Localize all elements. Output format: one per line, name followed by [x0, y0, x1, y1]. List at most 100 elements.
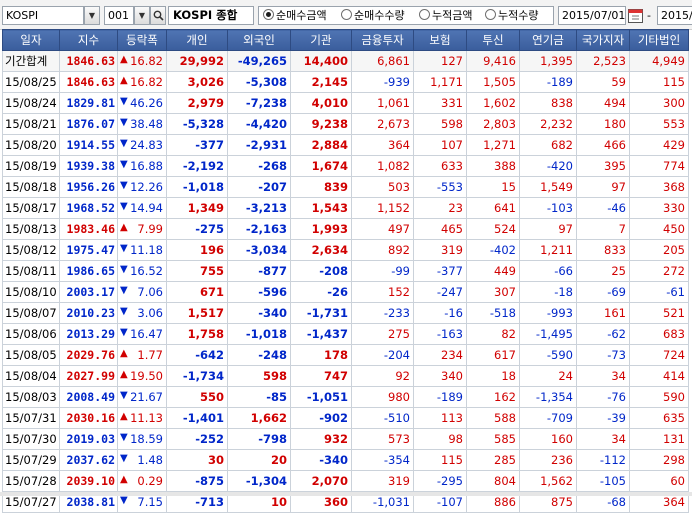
down-triangle-icon: ▼ — [120, 453, 128, 464]
value-cell: 1,152 — [351, 197, 414, 219]
change-value: 0.29 — [137, 474, 163, 488]
column-header[interactable]: 일자 — [2, 29, 60, 51]
value-cell: -596 — [227, 281, 291, 303]
radio-net-amount[interactable]: 순매수금액 — [263, 8, 327, 24]
value-cell: 839 — [290, 176, 352, 198]
column-header[interactable]: 지수 — [59, 29, 118, 51]
table-row[interactable]: 15/07/30 2019.03 ▼ 18.59 -252 -798 932 573 98 585… — [2, 428, 689, 450]
code-dropdown-button[interactable]: ▼ — [134, 6, 150, 25]
value-cell: 590 — [629, 386, 689, 408]
column-header[interactable]: 연기금 — [519, 29, 577, 51]
table-row[interactable]: 15/08/21 1876.07 ▼ 38.48 -5,328 -4,420 9,238 2,… — [2, 113, 689, 135]
down-triangle-icon: ▼ — [120, 117, 128, 128]
radio-net-quantity[interactable]: 순매수수량 — [341, 8, 405, 24]
value-cell: -1,731 — [290, 302, 352, 324]
column-header[interactable]: 기관 — [290, 29, 352, 51]
table-row[interactable]: 15/08/03 2008.49 ▼ 21.67 550 -85 -1,051 980 -189… — [2, 386, 689, 408]
code-select[interactable]: 001 — [104, 6, 134, 25]
calendar-icon[interactable] — [627, 7, 644, 24]
value-cell: 598 — [413, 113, 467, 135]
date-cell: 15/08/17 — [2, 197, 60, 219]
radio-cumulative-quantity[interactable]: 누적수량 — [485, 8, 538, 24]
value-cell: 1,993 — [290, 218, 352, 240]
down-triangle-icon: ▼ — [120, 138, 128, 149]
table-row[interactable]: 15/08/13 1983.46 ▲ 7.99 -275 -2,163 1,993 497 46… — [2, 218, 689, 240]
date-cell: 15/08/06 — [2, 323, 60, 345]
value-cell: 494 — [576, 92, 630, 114]
column-header[interactable]: 투신 — [466, 29, 520, 51]
period-total-row[interactable]: 기간합계 1846.63 ▲ 16.82 29,992 -49,265 14,400 6,86… — [2, 50, 689, 72]
table-row[interactable]: 15/08/11 1986.65 ▼ 16.52 755 -877 -208 -99 -377 4… — [2, 260, 689, 282]
value-cell: 465 — [413, 218, 467, 240]
table-row[interactable]: 15/08/07 2010.23 ▼ 3.06 1,517 -340 -1,731 -233-… — [2, 302, 689, 324]
date-cell: 15/08/13 — [2, 218, 60, 240]
table-row[interactable]: 15/08/12 1975.47 ▼ 11.18 196 -3,034 2,634 892 31… — [2, 239, 689, 261]
column-header[interactable]: 국가지자 — [576, 29, 630, 51]
table-row[interactable]: 15/08/24 1829.81 ▼ 46.26 2,979 -7,238 4,010 1,0… — [2, 92, 689, 114]
index-value-cell: 1914.55 — [59, 134, 118, 156]
value-cell: -1,401 — [166, 407, 228, 429]
table-row[interactable]: 15/08/20 1914.55 ▼ 24.83 -377 -2,931 2,884 364 1… — [2, 134, 689, 156]
value-cell: -275 — [166, 218, 228, 240]
up-triangle-icon: ▲ — [120, 75, 128, 86]
value-cell: 4,949 — [629, 50, 689, 72]
change-cell: ▲ 16.82 — [117, 71, 167, 93]
date-cell: 15/07/28 — [2, 470, 60, 492]
table-row[interactable]: 15/07/29 2037.62 ▼ 1.48 30 20 -340 -354 115 285 23… — [2, 449, 689, 471]
down-triangle-icon: ▼ — [120, 96, 128, 107]
value-cell: -590 — [519, 344, 577, 366]
value-cell: 2,145 — [290, 71, 352, 93]
change-value: 19.50 — [130, 369, 163, 383]
down-triangle-icon: ▼ — [120, 327, 128, 338]
search-button[interactable] — [150, 6, 166, 25]
value-cell: 682 — [519, 134, 577, 156]
date-cell: 15/08/04 — [2, 365, 60, 387]
market-select[interactable]: KOSPI — [2, 6, 84, 25]
index-value-cell: 2010.23 — [59, 302, 118, 324]
table-row[interactable]: 15/07/31 2030.16 ▲ 11.13 -1,401 1,662 -902 -510… — [2, 407, 689, 429]
radio-label: 누적수량 — [498, 9, 539, 22]
index-value-cell: 1975.47 — [59, 239, 118, 261]
column-header[interactable]: 기타법인 — [629, 29, 689, 51]
market-dropdown-button[interactable]: ▼ — [84, 6, 100, 25]
table-row[interactable]: 15/08/10 2003.17 ▼ 7.06 671 -596 -26 152 -247 307… — [2, 281, 689, 303]
value-cell: 34 — [576, 365, 630, 387]
column-header[interactable]: 외국인 — [227, 29, 291, 51]
value-cell: 205 — [629, 239, 689, 261]
table-row[interactable]: 15/08/19 1939.38 ▼ 16.88 -2,192 -268 1,674 1,08… — [2, 155, 689, 177]
value-cell: -26 — [290, 281, 352, 303]
table-row[interactable]: 15/07/28 2039.10 ▲ 0.29 -875 -1,304 2,070 319 -2… — [2, 470, 689, 492]
value-cell: 804 — [466, 470, 520, 492]
table-row[interactable]: 15/08/05 2029.76 ▲ 1.77 -642 -248 178 -204 234 61… — [2, 344, 689, 366]
table-row[interactable]: 15/08/17 1968.52 ▼ 14.94 1,349 -3,213 1,543 1,1… — [2, 197, 689, 219]
change-cell: ▼ 12.26 — [117, 176, 167, 198]
change-value: 12.26 — [130, 180, 163, 194]
value-cell: 272 — [629, 260, 689, 282]
table-row[interactable]: 15/08/25 1846.63 ▲ 16.82 3,026 -5,308 2,145 -93… — [2, 71, 689, 93]
column-header[interactable]: 보험 — [413, 29, 467, 51]
change-cell: ▼ 1.48 — [117, 449, 167, 471]
value-cell: -16 — [413, 302, 467, 324]
end-date-input[interactable]: 2015/ — [657, 6, 692, 25]
value-cell: 18 — [466, 365, 520, 387]
value-cell: -518 — [466, 302, 520, 324]
horizontal-scrollbar[interactable] — [0, 492, 692, 496]
change-cell: ▼ 16.47 — [117, 323, 167, 345]
value-cell: -354 — [351, 449, 414, 471]
start-date-input[interactable]: 2015/07/01 — [558, 6, 626, 25]
value-cell: 573 — [351, 428, 414, 450]
value-cell: -4,420 — [227, 113, 291, 135]
table-row[interactable]: 15/08/04 2027.99 ▲ 19.50 -1,734 598 747 92 340 18… — [2, 365, 689, 387]
table-row[interactable]: 15/08/18 1956.26 ▼ 12.26 -1,018 -207 839 503 -55… — [2, 176, 689, 198]
value-cell: 97 — [519, 218, 577, 240]
column-header[interactable]: 등락폭 — [117, 29, 167, 51]
change-cell: ▲ 11.13 — [117, 407, 167, 429]
column-header[interactable]: 금융투자 — [351, 29, 414, 51]
column-header[interactable]: 개인 — [166, 29, 228, 51]
value-cell: -377 — [166, 134, 228, 156]
radio-cumulative-amount[interactable]: 누적금액 — [419, 8, 472, 24]
value-cell: -233 — [351, 302, 414, 324]
value-cell: -510 — [351, 407, 414, 429]
table-row[interactable]: 15/08/06 2013.29 ▼ 16.47 1,758 -1,018 -1,437 27… — [2, 323, 689, 345]
date-cell: 15/08/18 — [2, 176, 60, 198]
